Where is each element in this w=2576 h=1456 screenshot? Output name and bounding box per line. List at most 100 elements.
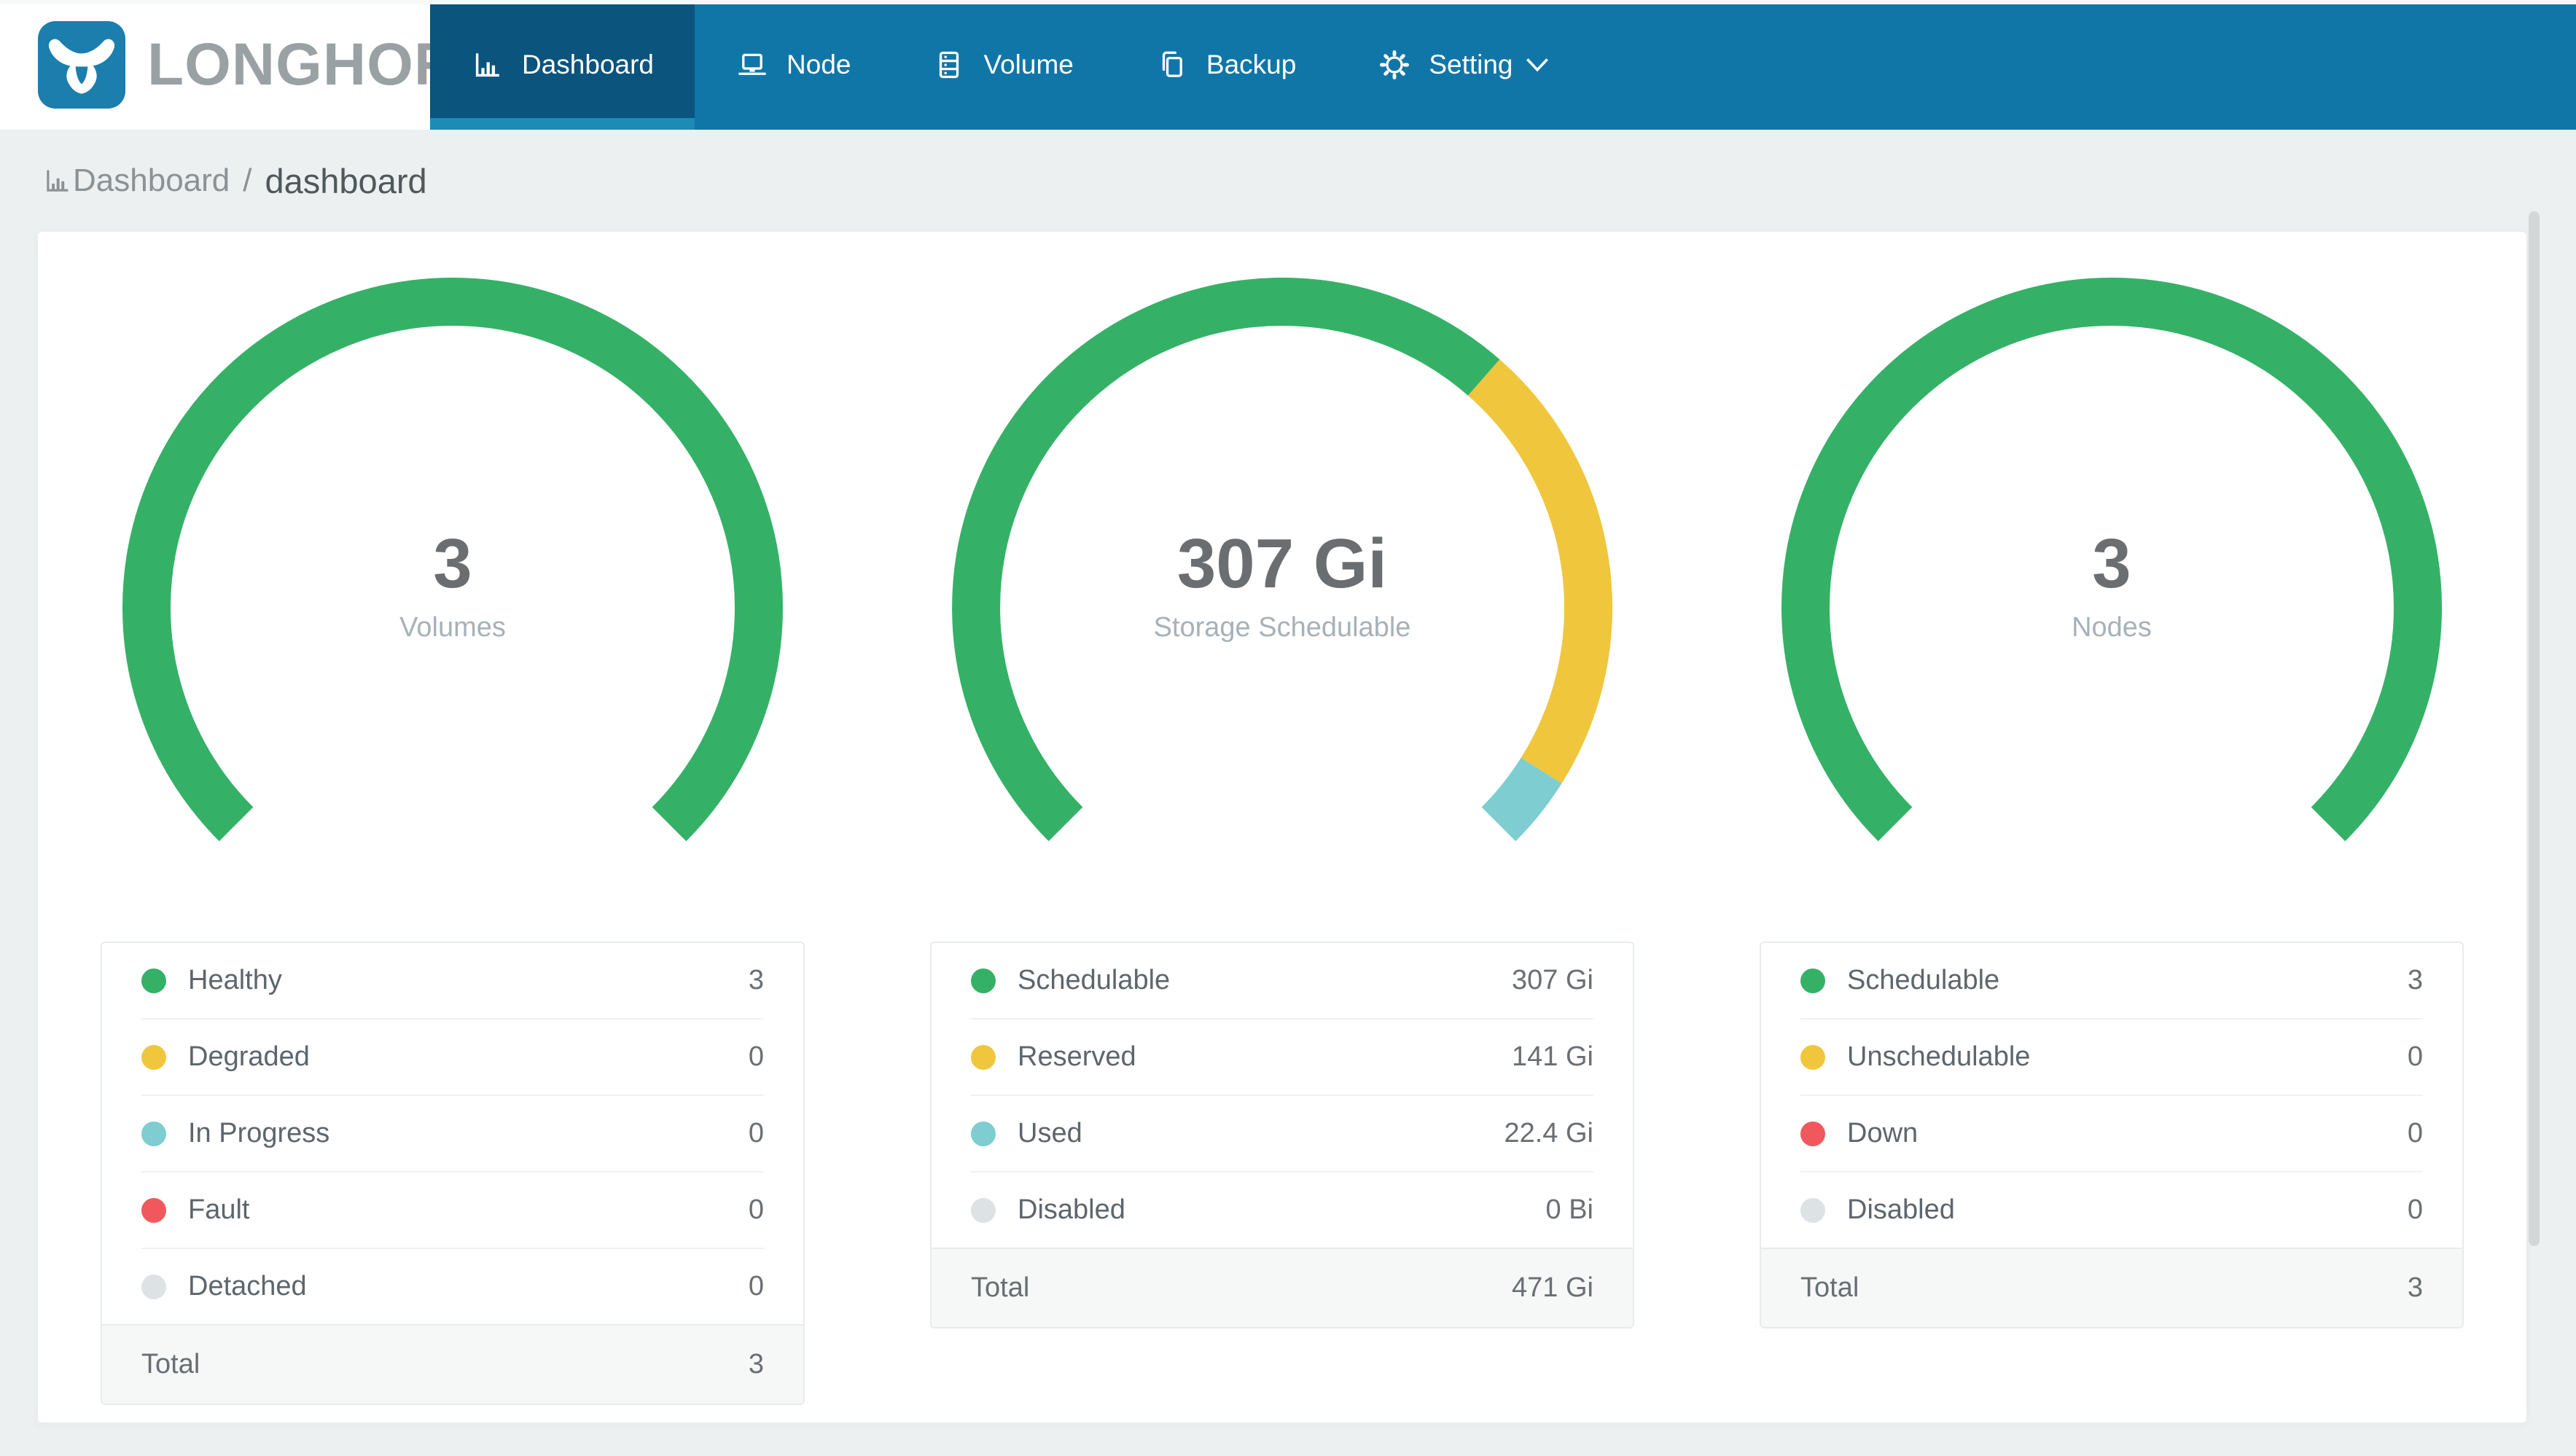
legend-rows: Schedulable 3 Unschedulable 0 Down 0 Disabled 0	[1761, 943, 2462, 1248]
gauge-value: 3	[2092, 525, 2131, 603]
legend-dot-in-progress	[141, 1121, 166, 1146]
gauge-title: Storage Schedulable	[1153, 612, 1411, 643]
total-value: 3	[2407, 1272, 2423, 1303]
legend-dot-disabled	[1800, 1197, 1825, 1223]
legend-rows: Healthy 3 Degraded 0 In Progress 0 Fault 0 Detac…	[102, 943, 803, 1324]
legend-label: Healthy	[188, 965, 282, 995]
total-label: Total	[971, 1272, 1030, 1303]
gauge-center: 307 Gi Storage Schedulable	[940, 529, 1625, 643]
legend-label: Unschedulable	[1847, 1041, 2031, 1072]
gauge-volumes: 3 Volumes	[110, 265, 795, 856]
top-navbar: LONGHORN Dashboard Node Volume Backup Settin…	[0, 0, 2576, 130]
page: { "nav": { "brand": "LONGHORN", "items":…	[0, 0, 2576, 1456]
longhorn-logo-icon	[38, 21, 125, 109]
gauge-segment-used	[1481, 757, 1562, 842]
legend-value: 0 Bi	[1545, 1194, 1593, 1225]
window-top-edge	[0, 0, 2576, 4]
total-value: 471 Gi	[1512, 1272, 1593, 1303]
legend-rows: Schedulable 307 Gi Reserved 141 Gi Used 22.4 …	[932, 943, 1633, 1248]
nav-tab-backup[interactable]: Backup	[1115, 0, 1337, 130]
legend-row-detached: Detached 0	[141, 1249, 764, 1324]
nav-tab-setting[interactable]: Setting	[1337, 0, 1590, 130]
gauge-title: Volumes	[399, 612, 506, 643]
legend-value: 0	[748, 1118, 764, 1148]
legend-value: 0	[748, 1271, 764, 1302]
legend-label: Schedulable	[1018, 965, 1171, 995]
legend-value: 0	[2407, 1194, 2423, 1225]
legend-table-nodes: Schedulable 3 Unschedulable 0 Down 0 Disabled 0…	[1760, 942, 2464, 1328]
nav-tab-label: Setting	[1429, 50, 1513, 79]
scrollbar-thumb[interactable]	[2529, 211, 2540, 1246]
legend-dot-reserved	[971, 1044, 996, 1070]
legend-label: In Progress	[188, 1118, 330, 1148]
legend-label: Reserved	[1018, 1041, 1136, 1072]
legend-value: 0	[748, 1041, 764, 1072]
legend-value: 3	[748, 965, 764, 995]
legend-total-row: Total 3	[102, 1324, 803, 1404]
legend-value: 22.4 Gi	[1504, 1118, 1593, 1148]
legend-label: Disabled	[1847, 1194, 1955, 1225]
total-label: Total	[1800, 1272, 1859, 1303]
legend-row-down: Down 0	[1800, 1096, 2423, 1173]
breadcrumb-page: dashboard	[265, 161, 427, 200]
nav-tab-volume[interactable]: Volume	[891, 0, 1114, 130]
breadcrumb-separator: /	[243, 163, 252, 198]
bar-chart-icon	[471, 48, 504, 82]
legend-dot-unschedulable	[1800, 1044, 1825, 1070]
legend-label: Fault	[188, 1194, 250, 1225]
gauge-panel-nodes: 3 Nodes Schedulable 3 Unschedulable 0 Down 0 Dis…	[1697, 265, 2526, 1405]
nav-tab-dashboard[interactable]: Dashboard	[430, 0, 695, 130]
legend-value: 0	[2407, 1118, 2423, 1148]
legend-label: Down	[1847, 1118, 1919, 1148]
legend-table-volumes: Healthy 3 Degraded 0 In Progress 0 Fault 0 Detac…	[101, 942, 805, 1405]
gauge-panel-volumes: 3 Volumes Healthy 3 Degraded 0 In Progress 0 Fau…	[38, 265, 867, 1405]
legend-row-disabled: Disabled 0	[1800, 1173, 2423, 1248]
nav-tab-label: Backup	[1206, 50, 1297, 79]
legend-row-in-progress: In Progress 0	[141, 1096, 764, 1173]
nav-tab-node[interactable]: Node	[695, 0, 891, 130]
legend-row-reserved: Reserved 141 Gi	[971, 1019, 1593, 1096]
total-value: 3	[748, 1349, 764, 1379]
laptop-icon	[735, 48, 769, 82]
total-label: Total	[141, 1349, 200, 1379]
legend-dot-healthy	[141, 968, 166, 993]
bar-chart-icon	[42, 165, 73, 196]
legend-row-unschedulable: Unschedulable 0	[1800, 1019, 2423, 1096]
legend-table-storage-schedulable: Schedulable 307 Gi Reserved 141 Gi Used 22.4 …	[930, 942, 1634, 1328]
legend-row-used: Used 22.4 Gi	[971, 1096, 1593, 1173]
brand[interactable]: LONGHORN	[0, 0, 501, 130]
chevron-down-icon	[1526, 57, 1550, 73]
legend-dot-schedulable	[1800, 968, 1825, 993]
gauge-value: 3	[433, 525, 472, 603]
legend-label: Used	[1018, 1118, 1082, 1148]
legend-dot-degraded	[141, 1044, 166, 1070]
nav-tabs: Dashboard Node Volume Backup Setting	[430, 0, 1591, 130]
legend-dot-fault	[141, 1197, 166, 1223]
gauge-value: 307 Gi	[1176, 525, 1388, 603]
gauge-panel-storage-schedulable: 307 Gi Storage Schedulable Schedulable 307 …	[867, 265, 1697, 1405]
legend-label: Disabled	[1018, 1194, 1125, 1225]
gauge-center: 3 Nodes	[1769, 529, 2454, 643]
legend-value: 0	[748, 1194, 764, 1225]
gauge-storage-schedulable: 307 Gi Storage Schedulable	[940, 265, 1625, 856]
legend-value: 0	[2407, 1041, 2423, 1072]
legend-label: Detached	[188, 1271, 307, 1302]
breadcrumb-section[interactable]: Dashboard	[73, 163, 230, 199]
legend-row-fault: Fault 0	[141, 1173, 764, 1249]
legend-total-row: Total 471 Gi	[932, 1248, 1633, 1327]
breadcrumb: Dashboard / dashboard	[0, 130, 2576, 232]
copy-icon	[1155, 48, 1189, 82]
server-cabinet-icon	[932, 48, 966, 82]
gauges-row: 3 Volumes Healthy 3 Degraded 0 In Progress 0 Fau…	[38, 265, 2526, 1405]
gauge-title: Nodes	[2072, 612, 2152, 643]
legend-dot-schedulable	[971, 968, 996, 993]
gear-icon	[1378, 48, 1411, 82]
legend-total-row: Total 3	[1761, 1248, 2462, 1327]
legend-label: Schedulable	[1847, 965, 2000, 995]
legend-label: Degraded	[188, 1041, 310, 1072]
legend-row-schedulable: Schedulable 3	[1800, 943, 2423, 1019]
legend-dot-detached	[141, 1274, 166, 1299]
dashboard-card: 3 Volumes Healthy 3 Degraded 0 In Progress 0 Fau…	[38, 232, 2526, 1422]
legend-dot-down	[1800, 1121, 1825, 1146]
legend-value: 3	[2407, 965, 2423, 995]
